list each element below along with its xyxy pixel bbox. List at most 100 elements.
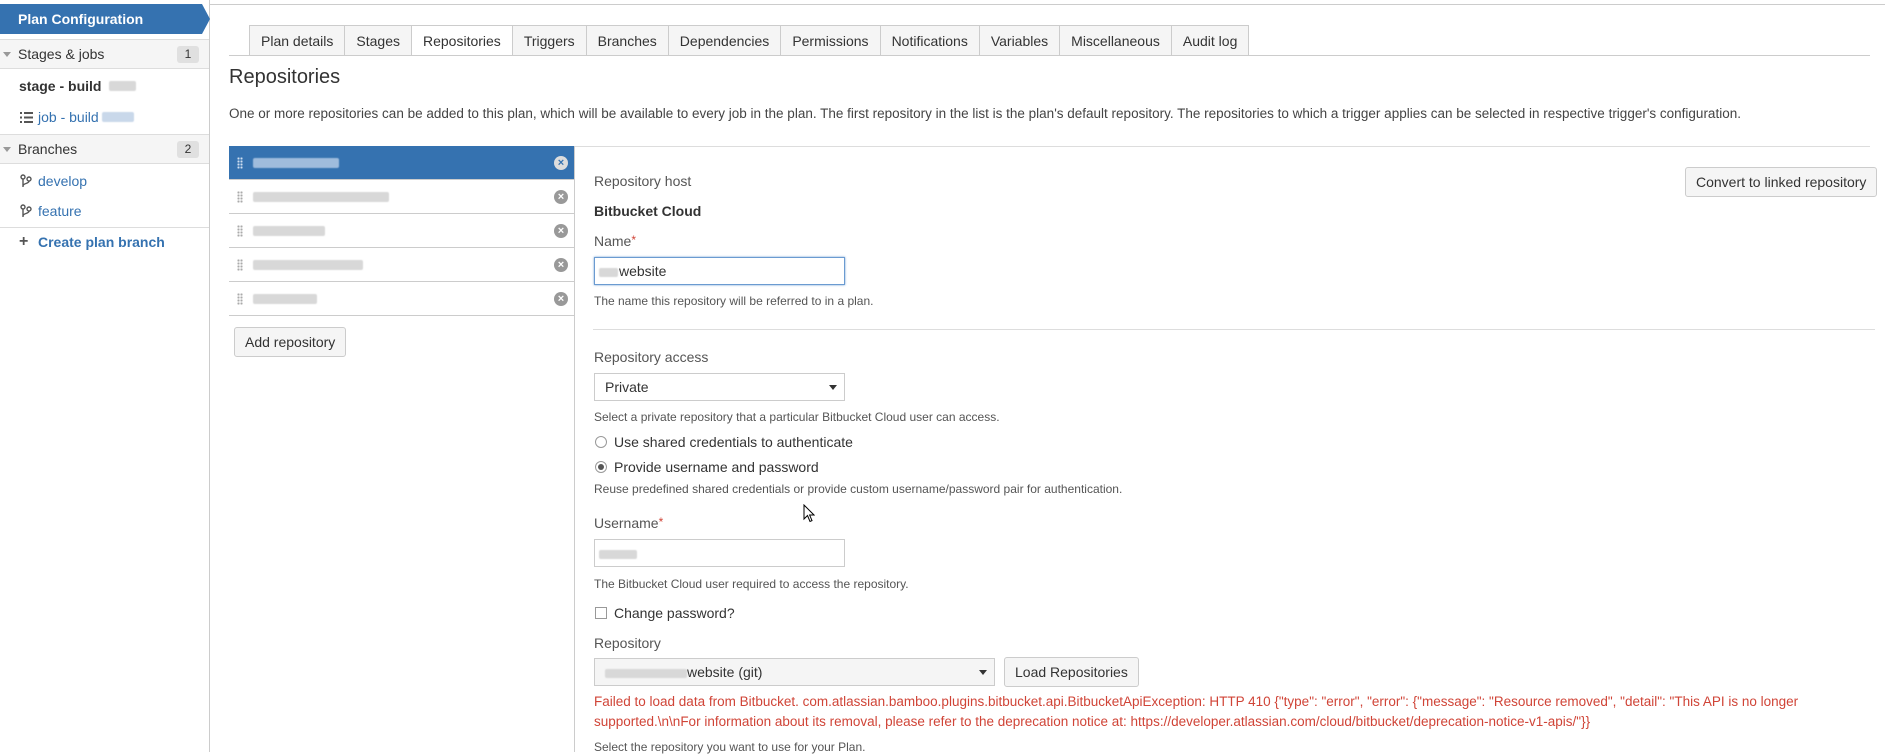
repository-item-selected[interactable]: × — [229, 146, 574, 180]
redacted-repo-name — [253, 192, 389, 202]
sidebar-item-job[interactable]: job - build — [0, 103, 209, 131]
job-label: job - build — [38, 109, 99, 125]
remove-icon[interactable]: × — [554, 292, 568, 306]
add-repository-button[interactable]: Add repository — [234, 327, 347, 357]
branches-label: Branches — [18, 141, 78, 157]
repository-select-value: website (git) — [687, 664, 763, 680]
stages-jobs-section[interactable]: Stages & jobs 1 — [0, 39, 209, 69]
tab-plan-details[interactable]: Plan details — [249, 25, 346, 55]
name-input[interactable]: website — [594, 257, 845, 285]
branches-count: 2 — [177, 141, 199, 158]
job-list-icon — [20, 112, 33, 123]
branch-icon — [20, 174, 32, 187]
repository-item[interactable]: × — [229, 282, 574, 316]
drag-handle-icon[interactable] — [237, 191, 243, 203]
remove-icon[interactable]: × — [554, 258, 568, 272]
create-plan-branch-link[interactable]: + Create plan branch — [0, 228, 209, 256]
mouse-cursor-icon — [803, 504, 815, 523]
username-input[interactable] — [594, 539, 845, 567]
drag-handle-icon[interactable] — [237, 225, 243, 237]
repository-host-value: Bitbucket Cloud — [594, 203, 702, 219]
username-label-text: Username — [594, 515, 659, 531]
tab-notifications[interactable]: Notifications — [879, 25, 980, 55]
redacted-repo-name — [253, 158, 339, 168]
shared-credentials-radio[interactable] — [595, 436, 607, 448]
drag-handle-icon[interactable] — [237, 259, 243, 271]
redacted-repo-name — [253, 294, 317, 304]
tab-repositories[interactable]: Repositories — [410, 25, 513, 56]
sidebar: Plan Configuration Stages & jobs 1 stage… — [0, 0, 210, 752]
change-password-label[interactable]: Change password? — [614, 605, 735, 621]
redacted-repo-name — [253, 260, 363, 270]
repository-host-label: Repository host — [594, 173, 692, 189]
sidebar-item-branch-feature[interactable]: feature — [0, 197, 209, 225]
tab-branches[interactable]: Branches — [585, 25, 669, 55]
remove-icon[interactable]: × — [554, 224, 568, 238]
branch-label: develop — [38, 173, 88, 189]
repository-item[interactable]: × — [229, 214, 574, 248]
name-label: Name* — [594, 233, 636, 249]
repository-item[interactable]: × — [229, 180, 574, 214]
branch-icon — [20, 204, 32, 217]
load-repositories-button[interactable]: Load Repositories — [1004, 657, 1139, 687]
tab-bar: Plan details Stages Repositories Trigger… — [249, 25, 1250, 56]
convert-to-linked-repository-button[interactable]: Convert to linked repository — [1685, 167, 1878, 197]
username-label: Username* — [594, 515, 663, 531]
drag-handle-icon[interactable] — [237, 293, 243, 305]
chevron-down-icon — [979, 670, 987, 675]
redacted-text — [102, 112, 134, 122]
top-border — [210, 4, 1885, 5]
stages-jobs-count: 1 — [177, 46, 199, 63]
redacted-text — [605, 668, 687, 678]
tab-stages[interactable]: Stages — [344, 25, 412, 55]
tab-permissions[interactable]: Permissions — [780, 25, 881, 55]
stage-label: stage - build — [19, 78, 102, 94]
plus-icon: + — [19, 233, 29, 250]
sidebar-item-branch-develop[interactable]: develop — [0, 167, 209, 195]
tab-dependencies[interactable]: Dependencies — [667, 25, 782, 55]
redacted-repo-name — [253, 226, 325, 236]
required-marker: * — [658, 515, 664, 529]
tab-variables[interactable]: Variables — [978, 25, 1061, 55]
provide-credentials-label[interactable]: Provide username and password — [614, 459, 819, 475]
redacted-text — [599, 549, 637, 559]
repository-access-select[interactable]: Private — [594, 373, 845, 401]
tab-triggers[interactable]: Triggers — [511, 25, 587, 55]
name-label-text: Name — [594, 233, 632, 249]
drag-handle-icon[interactable] — [237, 157, 243, 169]
change-password-checkbox[interactable] — [595, 607, 607, 619]
error-message-line-1: Failed to load data from Bitbucket. com.… — [594, 694, 1799, 709]
tabs-divider — [229, 55, 1870, 56]
repository-access-value: Private — [605, 379, 649, 395]
header-arrow — [202, 4, 210, 34]
redacted-text — [109, 81, 136, 91]
credentials-help: Reuse predefined shared credentials or p… — [594, 482, 1123, 496]
error-message-line-2: supported.\n\nFor information about its … — [594, 714, 1591, 729]
repository-list: × × × × × — [229, 146, 574, 316]
branch-label: feature — [38, 203, 82, 219]
page-title: Repositories — [229, 66, 341, 88]
repository-select[interactable]: website (git) — [594, 658, 995, 686]
remove-icon[interactable]: × — [554, 190, 568, 204]
tab-miscellaneous[interactable]: Miscellaneous — [1059, 25, 1172, 55]
branches-section[interactable]: Branches 2 — [0, 134, 209, 164]
collapse-triangle-icon[interactable] — [3, 147, 11, 152]
plan-configuration-header[interactable]: Plan Configuration — [0, 4, 202, 34]
tab-audit-log[interactable]: Audit log — [1170, 25, 1250, 55]
provide-credentials-radio[interactable] — [595, 461, 607, 473]
username-help: The Bitbucket Cloud user required to acc… — [594, 577, 909, 591]
name-input-value: website — [619, 263, 667, 279]
shared-credentials-label[interactable]: Use shared credentials to authenticate — [614, 434, 853, 450]
repository-access-help: Select a private repository that a parti… — [594, 410, 1000, 424]
repository-access-label: Repository access — [594, 349, 709, 365]
page-description: One or more repositories can be added to… — [229, 106, 1741, 121]
remove-icon[interactable]: × — [554, 156, 568, 170]
repository-item[interactable]: × — [229, 248, 574, 282]
divider — [593, 329, 1875, 330]
sidebar-item-stage[interactable]: stage - build — [0, 72, 209, 100]
redacted-text — [599, 267, 618, 277]
stages-jobs-label: Stages & jobs — [18, 46, 105, 62]
create-plan-branch-label: Create plan branch — [38, 234, 165, 250]
name-help: The name this repository will be referre… — [594, 294, 874, 308]
collapse-triangle-icon[interactable] — [3, 52, 11, 57]
